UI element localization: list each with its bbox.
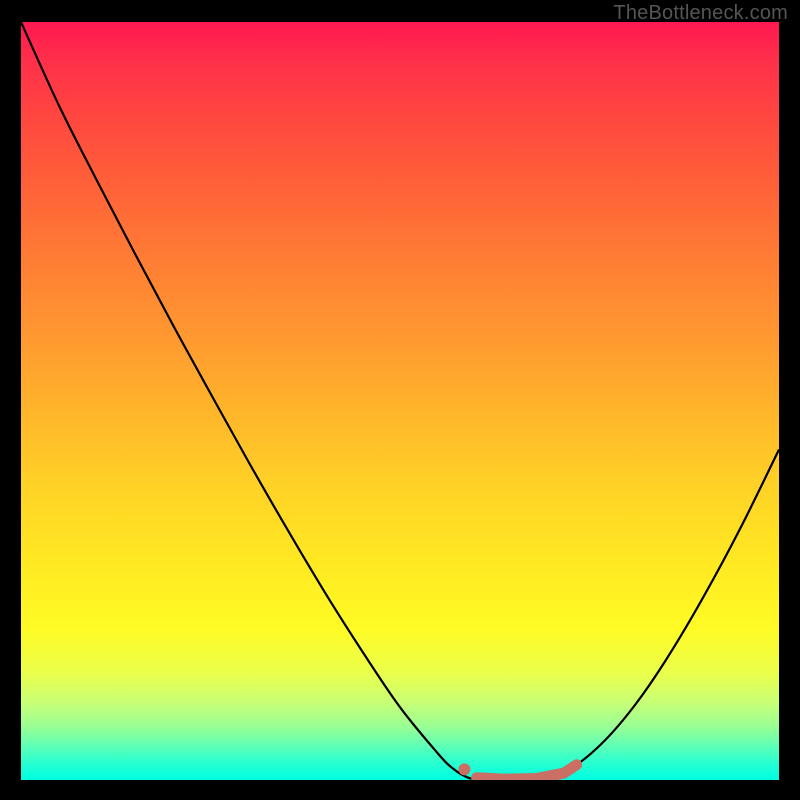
plot-gradient-area bbox=[21, 22, 779, 780]
chart-container: TheBottleneck.com bbox=[0, 0, 800, 800]
watermark-text[interactable]: TheBottleneck.com bbox=[613, 2, 788, 25]
